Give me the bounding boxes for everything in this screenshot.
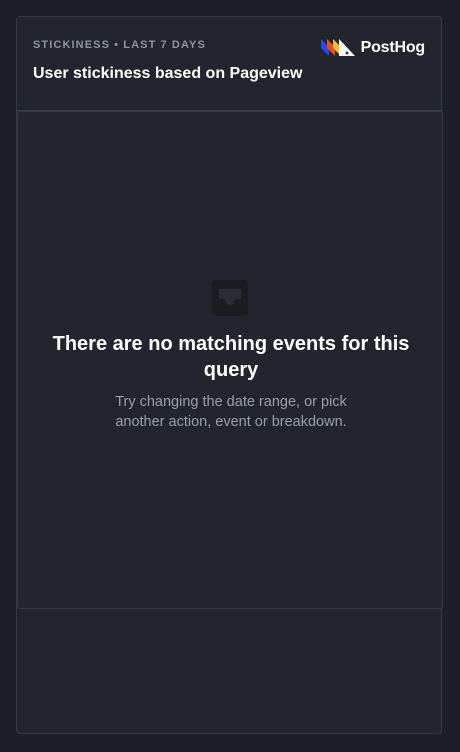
insight-subtitle: Stickiness • Last 7 days — [33, 39, 206, 51]
posthog-logo-icon — [320, 36, 355, 61]
brand[interactable]: PostHog — [320, 36, 426, 61]
insight-card: Stickiness • Last 7 days User stickiness… — [16, 16, 443, 734]
brand-name: PostHog — [360, 39, 426, 56]
inbox-icon — [212, 280, 248, 316]
empty-state-panel: There are no matching events for this qu… — [17, 111, 443, 609]
insight-header: Stickiness • Last 7 days User stickiness… — [17, 17, 443, 111]
empty-state-title: There are no matching events for this qu… — [52, 333, 410, 381]
insight-title[interactable]: User stickiness based on Pageview — [33, 65, 302, 83]
empty-state-description: Try changing the date range, or pick ano… — [115, 394, 347, 430]
